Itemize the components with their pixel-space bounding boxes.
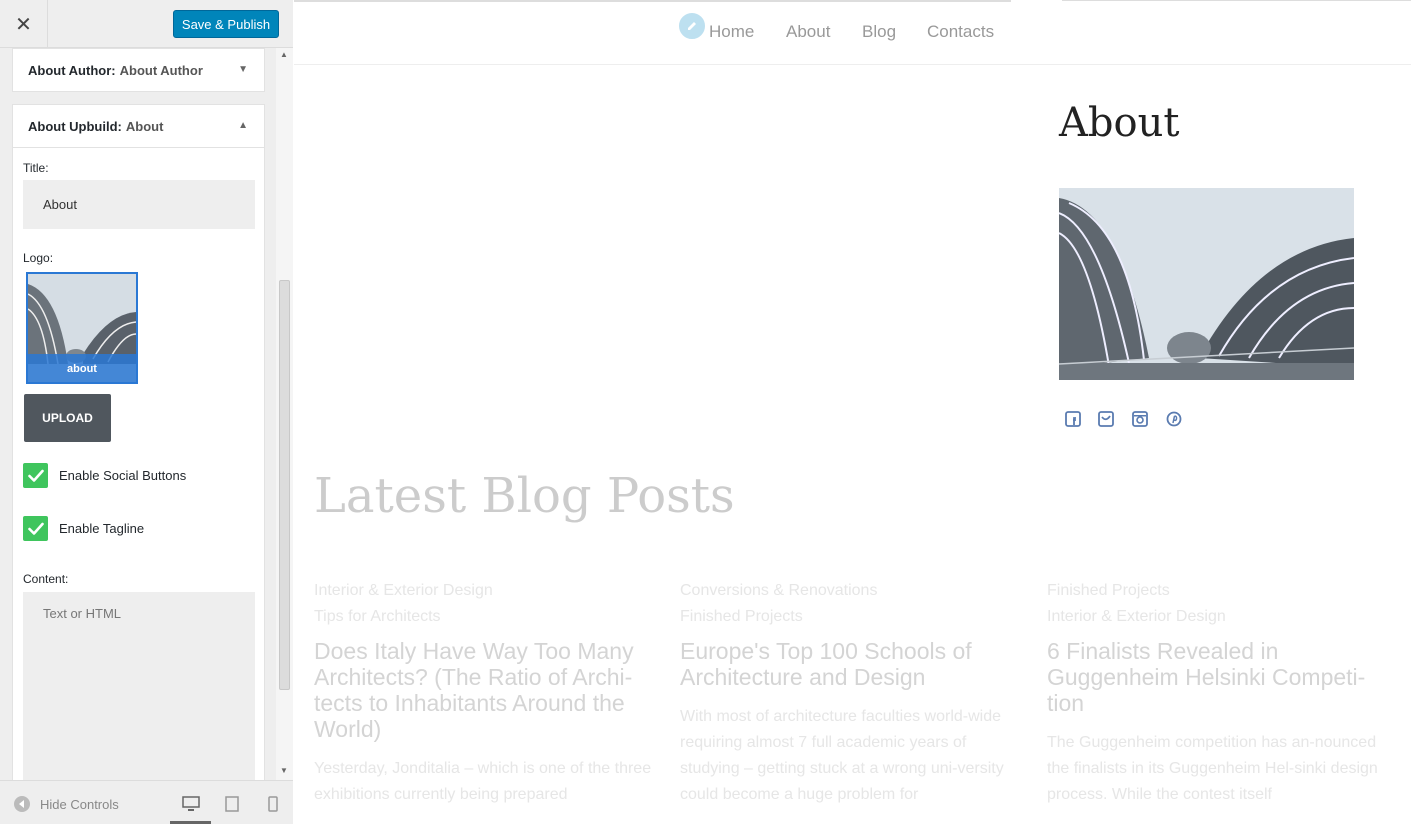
title-input[interactable]: About	[23, 180, 255, 229]
nav-about[interactable]: About	[786, 22, 830, 42]
sidebar-footer: Hide Controls	[0, 780, 293, 824]
close-icon[interactable]: ✕	[0, 0, 48, 48]
upload-button[interactable]: UPLOAD	[24, 394, 111, 442]
about-image	[1059, 188, 1354, 380]
logo-caption: about	[28, 354, 136, 382]
content-label: Content:	[23, 572, 69, 586]
post-title[interactable]: Does Italy Have Way Too Many Architects?…	[314, 638, 654, 742]
sidebar-panel: About Author: About Author ▼ About Upbui…	[0, 48, 293, 780]
latest-posts-heading: Latest Blog Posts	[314, 468, 735, 524]
checkmark-icon	[27, 469, 44, 482]
desktop-preview-icon[interactable]	[180, 793, 202, 815]
post-category[interactable]: Tips for Architects	[314, 604, 654, 630]
twitter-icon[interactable]	[1098, 411, 1114, 427]
site-preview: Home About Blog Contacts About Latest Bl…	[294, 0, 1411, 824]
site-navigation: Home About Blog Contacts	[294, 0, 1411, 65]
scroll-down-arrow-icon[interactable]: ▼	[280, 766, 288, 775]
facebook-icon[interactable]	[1065, 411, 1081, 427]
sidebar-scrollbar[interactable]: ▲ ▼	[276, 48, 293, 780]
sidebar-header: ✕ Save & Publish	[0, 0, 293, 48]
tagline-option[interactable]: Enable Tagline	[23, 516, 144, 541]
post-category[interactable]: Finished Projects	[1047, 578, 1387, 604]
hide-controls-button[interactable]: Hide Controls	[14, 796, 119, 812]
post-excerpt: Yesterday, Jonditalia – which is one of …	[314, 760, 652, 803]
expand-arrow-icon[interactable]: ▼	[238, 64, 248, 75]
post-excerpt: The Guggenheim competition has an-nounce…	[1047, 734, 1378, 803]
post-category[interactable]: Interior & Exterior Design	[1047, 604, 1387, 630]
blog-post-card[interactable]: Finished Projects Interior & Exterior De…	[1047, 578, 1387, 808]
post-title[interactable]: 6 Finalists Revealed in Guggenheim Helsi…	[1047, 638, 1387, 716]
widget-about-author[interactable]: About Author: About Author ▼	[12, 48, 265, 92]
post-excerpt: With most of architecture faculties worl…	[680, 708, 1004, 803]
logo-thumbnail[interactable]: about	[26, 272, 138, 384]
post-category[interactable]: Conversions & Renovations	[680, 578, 1020, 604]
pinterest-icon[interactable]	[1166, 411, 1182, 427]
tagline-label: Enable Tagline	[59, 521, 145, 536]
mobile-preview-icon[interactable]	[262, 793, 284, 815]
social-buttons-checkbox[interactable]	[23, 463, 48, 488]
nav-contacts[interactable]: Contacts	[927, 22, 994, 42]
checkmark-icon	[27, 522, 44, 535]
tagline-checkbox[interactable]	[23, 516, 48, 541]
collapse-arrow-circle-icon	[14, 796, 30, 812]
content-textarea[interactable]: Text or HTML	[23, 592, 255, 780]
save-publish-button[interactable]: Save & Publish	[173, 10, 279, 38]
blog-post-card[interactable]: Conversions & Renovations Finished Proje…	[680, 578, 1020, 808]
widget-title: About Upbuild:	[28, 118, 122, 134]
blog-post-card[interactable]: Interior & Exterior Design Tips for Arch…	[314, 578, 654, 808]
social-buttons-label: Enable Social Buttons	[59, 468, 187, 483]
post-category[interactable]: Finished Projects	[680, 604, 1020, 630]
about-title: About	[1059, 100, 1180, 146]
widget-subtitle: About Author	[119, 62, 203, 78]
social-buttons-option[interactable]: Enable Social Buttons	[23, 463, 186, 488]
tablet-preview-icon[interactable]	[221, 793, 243, 815]
widget-subtitle: About	[125, 118, 164, 134]
logo-label: Logo:	[23, 251, 54, 265]
collapse-arrow-icon[interactable]: ▲	[238, 120, 248, 131]
nav-blog[interactable]: Blog	[862, 22, 896, 42]
scroll-up-arrow-icon[interactable]: ▲	[280, 50, 288, 59]
instagram-icon[interactable]	[1132, 411, 1148, 427]
hide-controls-label: Hide Controls	[40, 796, 119, 812]
post-title[interactable]: Europe's Top 100 Schools of Architecture…	[680, 638, 1020, 690]
scrollbar-thumb[interactable]	[279, 280, 290, 690]
widget-title: About Author:	[28, 62, 116, 78]
title-label: Title:	[23, 161, 49, 175]
customizer-sidebar: ✕ Save & Publish About Author: About Aut…	[0, 0, 293, 824]
post-category[interactable]: Interior & Exterior Design	[314, 578, 654, 604]
nav-home[interactable]: Home	[709, 22, 754, 42]
widget-about-upbuild[interactable]: About Upbuild: About ▲	[12, 104, 265, 148]
edit-pencil-icon[interactable]	[677, 11, 707, 41]
widget-body: Title: About Logo: about UPLOAD Enable S…	[12, 148, 265, 780]
